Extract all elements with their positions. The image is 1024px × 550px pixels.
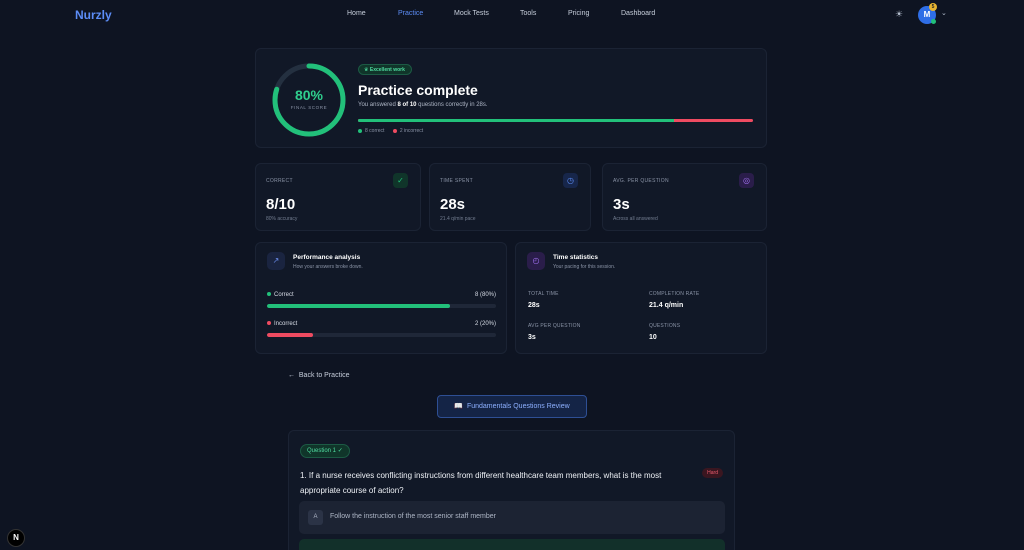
arrow-left-icon: ← (288, 372, 295, 379)
stat-sub: Across all answered (613, 216, 658, 222)
ts-value: 10 (649, 334, 657, 341)
logo[interactable]: Nurzly (75, 8, 112, 22)
perf-label: Incorrect (267, 321, 297, 327)
theme-toggle-sun-icon[interactable]: ☀ (894, 9, 904, 19)
clock-icon: ◷ (563, 173, 578, 188)
perf-bar (267, 304, 496, 308)
next-logo-icon[interactable]: N (7, 529, 25, 547)
chevron-down-icon[interactable]: ⌄ (941, 9, 947, 17)
final-score-label: FINAL SCORE (290, 105, 328, 110)
stat-card-correct: CORRECT 8/10 80% accuracy ✓ (255, 163, 421, 231)
question-card: Question 1 ✓ 1. If a nurse receives conf… (288, 430, 735, 550)
award-icon: ♛ (364, 67, 369, 73)
nav-item-mock-tests[interactable]: Mock Tests (454, 10, 489, 17)
target-icon: ◎ (739, 173, 754, 188)
ts-value: 21.4 q/min (649, 302, 684, 309)
nav-item-practice[interactable]: Practice (398, 10, 423, 17)
stat-label: CORRECT (266, 178, 293, 184)
ts-label: QUESTIONS (649, 323, 681, 329)
ts-label: AVG PER QUESTION (528, 323, 581, 329)
stat-card-time: TIME SPENT 28s 21.4 q/min pace ◷ (429, 163, 591, 231)
time-statistics-panel: ◴ Time statistics Your pacing for this s… (515, 242, 767, 354)
legend-dot-correct (358, 128, 362, 133)
stat-card-avg: AVG. PER QUESTION 3s Across all answered… (602, 163, 767, 231)
panel-desc: How your answers broke down. (293, 264, 363, 270)
result-legend: 8 correct 2 incorrect (358, 128, 423, 134)
result-summary: You answered 8 of 10 questions correctly… (358, 102, 488, 108)
questions-review-button[interactable]: 📖 Fundamentals Questions Review (437, 395, 587, 418)
perf-value: 8 (80%) (474, 292, 496, 298)
nav-item-pricing[interactable]: Pricing (568, 10, 589, 17)
stat-label: AVG. PER QUESTION (613, 178, 669, 184)
perf-bar-fill (267, 304, 451, 308)
perf-bar-fill (267, 333, 313, 337)
stat-sub: 80% accuracy (266, 216, 298, 222)
stat-label: TIME SPENT (440, 178, 474, 184)
ts-label: COMPLETION RATE (649, 291, 700, 297)
nav-item-home[interactable]: Home (347, 10, 366, 17)
question-text: 1. If a nurse receives conflicting instr… (300, 471, 662, 495)
legend-incorrect: 2 incorrect (399, 128, 424, 134)
stat-sub: 21.4 q/min pace (440, 216, 476, 222)
panel-title: Performance analysis (293, 254, 361, 261)
page-title: Practice complete (358, 82, 478, 98)
legend-dot-incorrect (392, 128, 397, 133)
nav-item-tools[interactable]: Tools (520, 10, 536, 17)
practice-result-card: 80% FINAL SCORE ♛ Excellent work Practic… (255, 48, 767, 148)
perf-label: Correct (267, 292, 294, 298)
option-letter: A (308, 510, 323, 525)
perf-value: 2 (20%) (474, 321, 496, 327)
perf-row-incorrect: Incorrect 2 (20%) (267, 321, 496, 341)
difficulty-badge: Hard (702, 468, 723, 478)
answer-option[interactable]: A Follow the instruction of the most sen… (299, 501, 725, 534)
notification-badge: 5 (929, 3, 937, 11)
ts-value: 28s (528, 302, 540, 309)
stat-value: 28s (440, 196, 466, 213)
panel-title: Time statistics (553, 254, 599, 261)
stat-value: 3s (613, 196, 630, 213)
answer-option[interactable] (299, 539, 725, 550)
excellent-badge-label: Excellent work (369, 67, 405, 73)
book-open-icon: 📖 (454, 403, 464, 410)
ts-value: 3s (528, 334, 536, 341)
option-text: Follow the instruction of the most senio… (330, 513, 496, 520)
online-status-dot (931, 19, 936, 24)
panel-desc: Your pacing for this session. (553, 264, 616, 270)
final-score: 80% (294, 87, 324, 103)
timer-icon: ◴ (527, 252, 545, 270)
perf-bar (267, 333, 496, 337)
top-nav: Nurzly Home Practice Mock Tests Tools Pr… (0, 0, 1024, 30)
back-to-practice-link[interactable]: ← Back to Practice (288, 372, 349, 379)
trending-up-icon: ↗ (267, 252, 285, 270)
check-circle-icon: ✓ (337, 448, 343, 454)
legend-correct: 8 correct (365, 128, 385, 134)
result-progress-fill (358, 119, 674, 122)
performance-analysis-panel: ↗ Performance analysis How your answers … (255, 242, 507, 354)
result-progress-bar (358, 119, 753, 122)
ts-label: TOTAL TIME (528, 291, 559, 297)
stat-value: 8/10 (266, 196, 296, 213)
excellent-badge: ♛ Excellent work (358, 64, 412, 75)
check-circle-icon: ✓ (393, 173, 408, 188)
nav-item-dashboard[interactable]: Dashboard (621, 10, 655, 17)
question-badge: Question 1 ✓ (300, 444, 350, 458)
perf-row-correct: Correct 8 (80%) (267, 292, 496, 312)
